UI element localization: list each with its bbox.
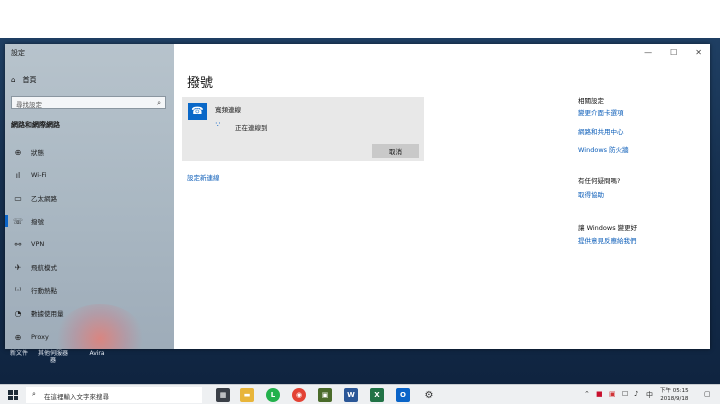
ethernet-icon: ▭ bbox=[14, 193, 22, 203]
calculator-icon[interactable]: ▦ bbox=[216, 388, 230, 402]
home-nav[interactable]: ⌂ 首頁 bbox=[11, 75, 36, 85]
loading-spinner-icon: ·.· bbox=[215, 119, 221, 128]
window-controls: — ☐ ✕ bbox=[644, 48, 702, 57]
notification-icon[interactable]: ▢ bbox=[704, 390, 711, 398]
settings-gear-icon[interactable]: ⚙ bbox=[422, 388, 436, 402]
vpn-icon: ⚯ bbox=[14, 239, 22, 249]
outlook-icon[interactable]: O bbox=[396, 388, 410, 402]
sidebar-item-label: 飛航模式 bbox=[31, 264, 57, 272]
sidebar-item-label: 乙太網路 bbox=[31, 195, 57, 203]
sidebar-item-label: 狀態 bbox=[31, 149, 44, 157]
sidebar-item-data-usage[interactable]: ◔ 數據使用量 bbox=[5, 304, 174, 322]
close-icon[interactable]: ✕ bbox=[695, 48, 702, 57]
page-title: 撥號 bbox=[187, 76, 214, 91]
volume-icon[interactable]: ♪ bbox=[634, 390, 638, 398]
sidebar-item-label: VPN bbox=[31, 240, 45, 248]
excel-icon[interactable]: X bbox=[370, 388, 384, 402]
clock-time: 下午 05:15 bbox=[660, 388, 689, 394]
proxy-icon: ⊕ bbox=[14, 332, 22, 342]
change-adapter-options-link[interactable]: 變更介面卡選項 bbox=[578, 107, 624, 117]
window-title: 設定 bbox=[11, 49, 25, 57]
antivirus-icon[interactable]: ▣ bbox=[609, 390, 616, 398]
sidebar-item-hotspot[interactable]: ⁽·⁾ 行動熱點 bbox=[5, 281, 174, 299]
settings-search-input[interactable]: 尋找設定 ⌕ bbox=[11, 96, 166, 109]
sidebar-item-proxy[interactable]: ⊕ Proxy bbox=[5, 328, 174, 346]
feedback-heading: 讓 Windows 變更好 bbox=[578, 224, 638, 232]
section-heading: 網路和網際網路 bbox=[11, 121, 60, 129]
sidebar-item-dialup[interactable]: ☏ 撥號 bbox=[5, 212, 174, 230]
question-heading: 有任何疑問嗎? bbox=[578, 177, 621, 185]
line-app-icon[interactable]: L bbox=[266, 388, 280, 402]
settings-window: 設定 ⌂ 首頁 尋找設定 ⌕ 網路和網際網路 ⊕ 狀態 ıl Wi-Fi ▭ 乙… bbox=[5, 44, 710, 349]
search-placeholder: 尋找設定 bbox=[16, 101, 42, 109]
windows-start-icon[interactable] bbox=[8, 390, 18, 400]
file-explorer-icon[interactable]: ▬ bbox=[240, 388, 254, 402]
taskbar-search-input[interactable]: ⌕ 在這裡輸入文字來搜尋 bbox=[26, 387, 202, 403]
related-settings-heading: 相關設定 bbox=[578, 97, 604, 105]
home-label: 首頁 bbox=[22, 76, 37, 84]
word-icon[interactable]: W bbox=[344, 388, 358, 402]
desktop-icon-server[interactable]: 其他伺服器 器 bbox=[36, 350, 70, 364]
tray-chevron-icon[interactable]: ⌃ bbox=[584, 390, 590, 398]
get-help-link[interactable]: 取得協助 bbox=[578, 189, 604, 199]
network-icon[interactable]: ☐ bbox=[622, 390, 628, 398]
setup-new-connection-link[interactable]: 設定新連線 bbox=[187, 172, 220, 182]
app-icon[interactable]: ▣ bbox=[318, 388, 332, 402]
clock-date: 2018/9/18 bbox=[660, 396, 689, 402]
sidebar-item-wifi[interactable]: ıl Wi-Fi bbox=[5, 166, 174, 184]
sidebar-item-vpn[interactable]: ⚯ VPN bbox=[5, 235, 174, 253]
search-icon: ⌕ bbox=[32, 390, 36, 398]
taskbar-search-placeholder: 在這裡輸入文字來搜尋 bbox=[44, 393, 109, 401]
sidebar-item-ethernet[interactable]: ▭ 乙太網路 bbox=[5, 189, 174, 207]
minimize-icon[interactable]: — bbox=[644, 48, 652, 57]
cancel-button[interactable]: 取消 bbox=[372, 144, 419, 158]
sidebar-item-airplane[interactable]: ✈ 飛航模式 bbox=[5, 258, 174, 276]
tray-app-icon[interactable]: ■ bbox=[596, 390, 603, 398]
maximize-icon[interactable]: ☐ bbox=[670, 48, 677, 57]
sidebar-item-label: Proxy bbox=[31, 333, 49, 341]
sidebar-item-label: 行動熱點 bbox=[31, 287, 57, 295]
hotspot-icon: ⁽·⁾ bbox=[14, 285, 22, 295]
home-icon: ⌂ bbox=[11, 76, 16, 84]
desktop-icon-new-file[interactable]: 新文件 bbox=[2, 350, 36, 357]
globe-icon: ⊕ bbox=[14, 147, 22, 157]
dialup-connection-card[interactable]: ☎ 寬頻連線 ·.· 正在連線到 取消 bbox=[182, 97, 424, 161]
sidebar-item-label: 數據使用量 bbox=[31, 310, 64, 318]
give-feedback-link[interactable]: 提供意見反應給我們 bbox=[578, 235, 637, 245]
phone-connection-icon: ☎ bbox=[188, 103, 207, 120]
sidebar-item-label: Wi-Fi bbox=[31, 171, 47, 179]
airplane-icon: ✈ bbox=[14, 262, 22, 272]
data-usage-icon: ◔ bbox=[14, 308, 22, 318]
dialup-icon: ☏ bbox=[13, 216, 24, 226]
connection-status: 正在連線到 bbox=[235, 124, 268, 132]
connection-name: 寬頻連線 bbox=[215, 106, 241, 114]
sidebar-item-label: 撥號 bbox=[31, 218, 44, 226]
input-method-icon[interactable]: 中 bbox=[646, 390, 653, 400]
windows-firewall-link[interactable]: Windows 防火牆 bbox=[578, 144, 629, 154]
sidebar-item-status[interactable]: ⊕ 狀態 bbox=[5, 143, 174, 161]
chrome-icon[interactable]: ◉ bbox=[292, 388, 306, 402]
network-sharing-center-link[interactable]: 網路和共用中心 bbox=[578, 126, 624, 136]
taskbar: ⌕ 在這裡輸入文字來搜尋 ▦ ▬ L ◉ ▣ W X O ⚙ ⌃ ■ ▣ ☐ ♪… bbox=[0, 384, 720, 404]
wifi-icon: ıl bbox=[15, 170, 21, 180]
search-icon: ⌕ bbox=[157, 99, 161, 107]
desktop-icon-avira[interactable]: Avira bbox=[80, 350, 114, 357]
taskbar-clock[interactable]: 下午 05:15 2018/9/18 bbox=[660, 387, 689, 403]
sidebar: 設定 ⌂ 首頁 尋找設定 ⌕ 網路和網際網路 ⊕ 狀態 ıl Wi-Fi ▭ 乙… bbox=[5, 44, 174, 349]
